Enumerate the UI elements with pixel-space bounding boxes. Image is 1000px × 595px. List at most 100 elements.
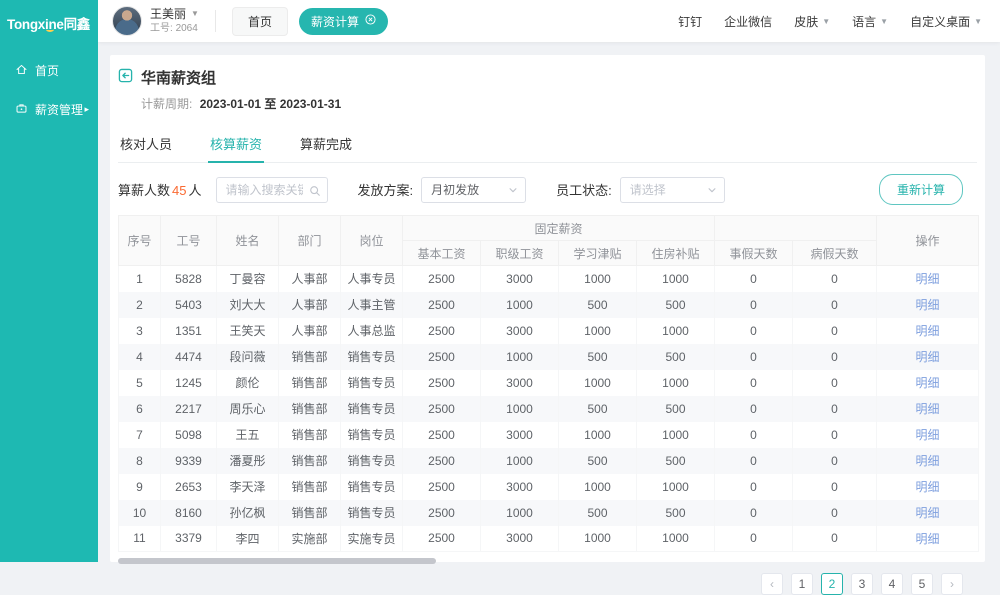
table-cell: 500 bbox=[559, 396, 637, 422]
table-cell: 3000 bbox=[481, 526, 559, 552]
table-cell: 销售专员 bbox=[341, 422, 403, 448]
detail-link[interactable]: 明细 bbox=[916, 480, 940, 494]
pagination-page-button[interactable]: 2 bbox=[821, 573, 843, 595]
table-cell: 销售部 bbox=[279, 422, 341, 448]
menu-label: 自定义桌面 bbox=[910, 13, 970, 30]
table-cell: 500 bbox=[637, 396, 715, 422]
table-cell-actions: 明细 bbox=[877, 526, 979, 552]
table-cell: 销售专员 bbox=[341, 370, 403, 396]
main-content: 华南薪资组 计薪周期: 2023-01-01 至 2023-01-31 核对人员… bbox=[98, 42, 1000, 562]
table-cell-actions: 明细 bbox=[877, 344, 979, 370]
detail-link[interactable]: 明细 bbox=[916, 376, 940, 390]
col-header-personal-leave: 事假天数 bbox=[715, 241, 793, 266]
table-cell-actions: 明细 bbox=[877, 474, 979, 500]
page-title: 华南薪资组 bbox=[141, 67, 216, 88]
table-cell: 0 bbox=[715, 526, 793, 552]
menu-label: 语言 bbox=[852, 13, 876, 30]
recalculate-button[interactable]: 重新计算 bbox=[879, 174, 963, 205]
table-cell: 销售专员 bbox=[341, 448, 403, 474]
workflow-tabs: 核对人员 核算薪资 算薪完成 bbox=[118, 125, 977, 163]
table-cell-actions: 明细 bbox=[877, 500, 979, 526]
table-cell-actions: 明细 bbox=[877, 422, 979, 448]
pagination-page-button[interactable]: 3 bbox=[851, 573, 873, 595]
detail-link[interactable]: 明细 bbox=[916, 506, 940, 520]
tab-calculate-salary[interactable]: 核算薪资 bbox=[208, 125, 264, 162]
table-cell: 1351 bbox=[161, 318, 217, 344]
table-cell: 0 bbox=[715, 422, 793, 448]
table-cell: 1000 bbox=[481, 396, 559, 422]
table-cell: 颜伦 bbox=[217, 370, 279, 396]
user-menu[interactable]: 王美丽 ▼ 工号: 2064 bbox=[150, 7, 199, 36]
detail-link[interactable]: 明细 bbox=[916, 402, 940, 416]
menu-item-dingtalk[interactable]: 钉钉 bbox=[678, 13, 702, 30]
pay-plan-select[interactable]: 月初发放 bbox=[421, 177, 526, 203]
col-header-study-allowance: 学习津贴 bbox=[559, 241, 637, 266]
menu-item-wecom[interactable]: 企业微信 bbox=[724, 13, 772, 30]
sidebar-item-label: 首页 bbox=[35, 62, 59, 79]
table-cell: 1000 bbox=[481, 344, 559, 370]
salary-table: 序号 工号 姓名 部门 岗位 固定薪资 操作 基本工资 职级工资 学习津贴 住房… bbox=[118, 215, 979, 552]
col-header-empno: 工号 bbox=[161, 216, 217, 266]
employee-status-select[interactable]: 请选择 bbox=[620, 177, 725, 203]
tab-check-personnel[interactable]: 核对人员 bbox=[118, 125, 174, 162]
table-cell-actions: 明细 bbox=[877, 448, 979, 474]
table-cell-actions: 明细 bbox=[877, 370, 979, 396]
detail-link[interactable]: 明细 bbox=[916, 324, 940, 338]
table-cell: 3000 bbox=[481, 370, 559, 396]
table-cell: 5828 bbox=[161, 266, 217, 292]
table-cell: 1000 bbox=[637, 266, 715, 292]
pagination-next-button[interactable]: › bbox=[941, 573, 963, 595]
table-row: 31351王笑天人事部人事总监250030001000100000明细 bbox=[119, 318, 979, 344]
pay-plan-value: 月初发放 bbox=[431, 181, 479, 198]
table-row: 25403刘大大人事部人事主管2500100050050000明细 bbox=[119, 292, 979, 318]
sidebar-item-salary-management[interactable]: 薪资管理 ▸ bbox=[0, 90, 98, 129]
detail-link[interactable]: 明细 bbox=[916, 350, 940, 364]
table-cell-actions: 明细 bbox=[877, 292, 979, 318]
chevron-right-icon: ▸ bbox=[84, 104, 89, 115]
avatar[interactable] bbox=[112, 6, 142, 36]
tab-calc-complete[interactable]: 算薪完成 bbox=[298, 125, 354, 162]
table-cell: 实施部 bbox=[279, 526, 341, 552]
detail-link[interactable]: 明细 bbox=[916, 298, 940, 312]
pagination-page-button[interactable]: 5 bbox=[911, 573, 933, 595]
table-cell: 销售专员 bbox=[341, 500, 403, 526]
table-cell: 11 bbox=[119, 526, 161, 552]
menu-item-language[interactable]: 语言▼ bbox=[852, 13, 888, 30]
user-name: 王美丽 bbox=[150, 7, 186, 22]
table-cell: 2 bbox=[119, 292, 161, 318]
nav-tab-label: 薪资计算 bbox=[311, 13, 359, 30]
table-body: 15828丁曼容人事部人事专员250030001000100000明细25403… bbox=[119, 266, 979, 552]
detail-link[interactable]: 明细 bbox=[916, 532, 940, 546]
table-cell: 500 bbox=[637, 500, 715, 526]
horizontal-scrollbar-thumb[interactable] bbox=[118, 558, 436, 564]
col-group-fixed-salary: 固定薪资 bbox=[403, 216, 715, 241]
detail-link[interactable]: 明细 bbox=[916, 272, 940, 286]
table-cell: 2500 bbox=[403, 292, 481, 318]
detail-link[interactable]: 明细 bbox=[916, 428, 940, 442]
table-cell: 销售部 bbox=[279, 474, 341, 500]
divider bbox=[215, 10, 216, 32]
nav-tab-salary-calc[interactable]: 薪资计算 bbox=[299, 8, 388, 35]
detail-link[interactable]: 明细 bbox=[916, 454, 940, 468]
pagination-page-button[interactable]: 4 bbox=[881, 573, 903, 595]
table-cell: 500 bbox=[637, 344, 715, 370]
chevron-down-icon bbox=[707, 185, 717, 195]
table-row: 51245颜伦销售部销售专员250030001000100000明细 bbox=[119, 370, 979, 396]
menu-item-skin[interactable]: 皮肤▼ bbox=[794, 13, 830, 30]
pagination-page-button[interactable]: 1 bbox=[791, 573, 813, 595]
pagination-prev-button[interactable]: ‹ bbox=[761, 573, 783, 595]
table-cell: 6 bbox=[119, 396, 161, 422]
back-icon[interactable] bbox=[118, 68, 133, 88]
employee-status-label: 员工状态: bbox=[556, 180, 612, 199]
table-cell: 李天泽 bbox=[217, 474, 279, 500]
table-cell: 2217 bbox=[161, 396, 217, 422]
table-cell: 500 bbox=[637, 292, 715, 318]
menu-item-custom-desktop[interactable]: 自定义桌面▼ bbox=[910, 13, 982, 30]
sidebar-item-home[interactable]: 首页 bbox=[0, 51, 98, 90]
table-cell: 1000 bbox=[559, 318, 637, 344]
close-circle-icon[interactable] bbox=[365, 14, 376, 28]
table-cell: 潘夏彤 bbox=[217, 448, 279, 474]
col-header-name: 姓名 bbox=[217, 216, 279, 266]
nav-tab-home[interactable]: 首页 bbox=[232, 7, 288, 36]
search-icon[interactable] bbox=[309, 184, 321, 202]
